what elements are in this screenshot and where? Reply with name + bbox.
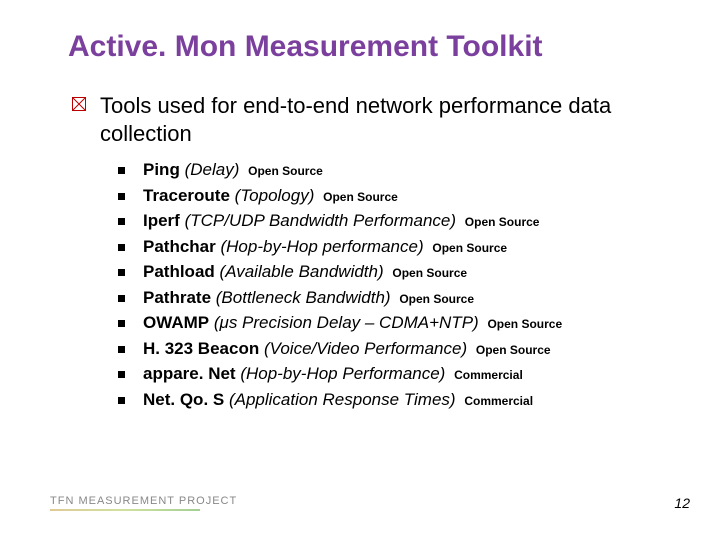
tool-desc: (Hop-by-Hop performance) bbox=[220, 237, 423, 256]
square-bullet-icon bbox=[118, 295, 125, 302]
tool-name: Pathrate bbox=[143, 288, 211, 307]
tool-name: Traceroute bbox=[143, 186, 230, 205]
tool-name: OWAMP bbox=[143, 313, 209, 332]
tool-desc: (Delay) bbox=[185, 160, 240, 179]
list-item: appare. Net (Hop-by-Hop Performance) Com… bbox=[118, 361, 670, 387]
tool-tag: Commercial bbox=[464, 394, 533, 408]
list-item: H. 323 Beacon (Voice/Video Performance) … bbox=[118, 336, 670, 362]
tool-tag: Commercial bbox=[454, 368, 523, 382]
tool-tag: Open Source bbox=[399, 292, 474, 306]
tool-desc: (Available Bandwidth) bbox=[220, 262, 384, 281]
tool-tag: Open Source bbox=[392, 266, 467, 280]
tool-desc: (μs Precision Delay – CDMA+NTP) bbox=[214, 313, 479, 332]
tool-name: Net. Qo. S bbox=[143, 390, 224, 409]
square-bullet-icon bbox=[118, 218, 125, 225]
square-bullet-icon bbox=[118, 397, 125, 404]
list-item: Pathrate (Bottleneck Bandwidth) Open Sou… bbox=[118, 285, 670, 311]
tool-tag: Open Source bbox=[432, 241, 507, 255]
tool-desc: (Application Response Times) bbox=[229, 390, 456, 409]
list-item: Traceroute (Topology) Open Source bbox=[118, 183, 670, 209]
footer-logo: TFN MEASUREMENT PROJECT bbox=[50, 495, 237, 511]
list-item: Pathchar (Hop-by-Hop performance) Open S… bbox=[118, 234, 670, 260]
intro-text: Tools used for end-to-end network perfor… bbox=[100, 92, 670, 147]
tool-name: Pathload bbox=[143, 262, 215, 281]
square-bullet-icon bbox=[118, 193, 125, 200]
square-bullet-icon bbox=[118, 320, 125, 327]
tool-tag: Open Source bbox=[476, 343, 551, 357]
tool-tag: Open Source bbox=[487, 317, 562, 331]
tool-tag: Open Source bbox=[323, 190, 398, 204]
list-item: OWAMP (μs Precision Delay – CDMA+NTP) Op… bbox=[118, 310, 670, 336]
tool-name: Pathchar bbox=[143, 237, 216, 256]
square-bullet-icon bbox=[118, 346, 125, 353]
list-item: Net. Qo. S (Application Response Times) … bbox=[118, 387, 670, 413]
square-bullet-icon bbox=[118, 244, 125, 251]
footer-logo-text: TFN MEASUREMENT PROJECT bbox=[50, 495, 237, 507]
slide: Active. Mon Measurement Toolkit Tools us… bbox=[0, 0, 720, 540]
square-bullet-icon bbox=[118, 167, 125, 174]
square-bullet-icon bbox=[118, 371, 125, 378]
list-item: Iperf (TCP/UDP Bandwidth Performance) Op… bbox=[118, 208, 670, 234]
placeholder-icon bbox=[72, 97, 86, 111]
tool-list: Ping (Delay) Open Source Traceroute (Top… bbox=[118, 157, 670, 412]
tool-tag: Open Source bbox=[465, 215, 540, 229]
tool-name: appare. Net bbox=[143, 364, 236, 383]
tool-desc: (Voice/Video Performance) bbox=[264, 339, 467, 358]
tool-name: H. 323 Beacon bbox=[143, 339, 259, 358]
tool-desc: (Hop-by-Hop Performance) bbox=[240, 364, 445, 383]
page-number: 12 bbox=[674, 495, 690, 511]
slide-title: Active. Mon Measurement Toolkit bbox=[68, 30, 670, 64]
tool-desc: (Bottleneck Bandwidth) bbox=[216, 288, 391, 307]
tool-name: Iperf bbox=[143, 211, 180, 230]
tool-name: Ping bbox=[143, 160, 180, 179]
list-item: Pathload (Available Bandwidth) Open Sour… bbox=[118, 259, 670, 285]
list-item: Ping (Delay) Open Source bbox=[118, 157, 670, 183]
square-bullet-icon bbox=[118, 269, 125, 276]
footer: TFN MEASUREMENT PROJECT 12 bbox=[50, 488, 690, 518]
tool-desc: (Topology) bbox=[235, 186, 315, 205]
intro-row: Tools used for end-to-end network perfor… bbox=[72, 92, 670, 147]
footer-underline-icon bbox=[50, 509, 200, 511]
tool-tag: Open Source bbox=[248, 164, 323, 178]
tool-desc: (TCP/UDP Bandwidth Performance) bbox=[185, 211, 456, 230]
